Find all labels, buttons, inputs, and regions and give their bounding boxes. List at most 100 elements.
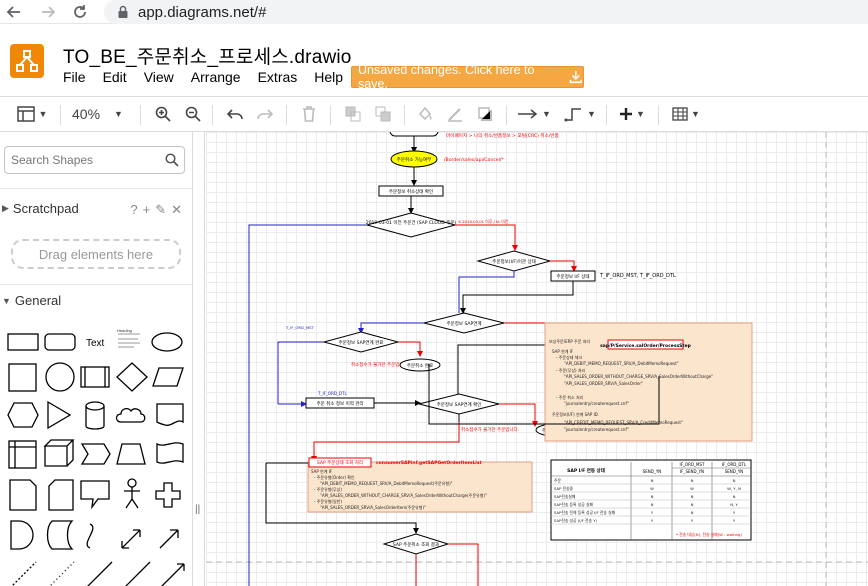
- curly-shape[interactable]: [86, 523, 94, 549]
- table-footer: * 전송 대상(N), 전송 실패(W : waiting): [676, 532, 742, 537]
- diamond-shape[interactable]: [116, 362, 148, 392]
- zoom-select[interactable]: 40% ▼: [72, 103, 132, 125]
- toolbar: ▼ 40% ▼ ▼ ▼ ▼ ▼: [0, 96, 868, 132]
- sap-line: SAP 연계 IF: [311, 468, 333, 474]
- arrow-shape[interactable]: [159, 529, 179, 549]
- download-icon: [570, 71, 583, 84]
- table-cell: N: [691, 510, 694, 515]
- edit-icon[interactable]: ✎: [155, 202, 166, 218]
- parallelogram-shape[interactable]: [152, 367, 184, 387]
- chevron-down-icon: ▼: [2, 295, 11, 306]
- ellipse-shape[interactable]: [151, 332, 183, 352]
- rectangle-shape[interactable]: [7, 333, 39, 351]
- scratchpad-actions: ? + ✎ ✕: [130, 202, 182, 218]
- rounded-rectangle-shape[interactable]: [44, 333, 76, 351]
- shadow-icon[interactable]: [474, 103, 496, 125]
- callout-shape[interactable]: [80, 480, 110, 510]
- search-icon[interactable]: [165, 153, 179, 167]
- history-note: T_IF_ORD_DTL: [317, 391, 347, 396]
- search-shapes-input[interactable]: Search Shapes: [4, 146, 185, 174]
- connection-icon[interactable]: ▼: [516, 103, 552, 125]
- menu-help[interactable]: Help: [314, 69, 343, 85]
- process-shape[interactable]: [80, 366, 110, 388]
- format-panel-icon[interactable]: ▼: [15, 103, 49, 125]
- data-storage-shape[interactable]: [46, 520, 74, 550]
- cloud-shape[interactable]: [115, 407, 146, 423]
- line-shape[interactable]: [86, 561, 113, 586]
- splitter-grip-icon: ||: [195, 504, 201, 515]
- step-shape[interactable]: [80, 443, 111, 465]
- table-cell: N: [733, 478, 736, 483]
- decision-sap-link-label: 주문정보 SAP연계: [446, 320, 481, 327]
- if-status-label: 주문정보 I/F 상태: [556, 273, 589, 280]
- directional-connector-shape[interactable]: [160, 563, 185, 586]
- or-shape[interactable]: [10, 520, 34, 550]
- drag-label: Drag elements here: [38, 246, 154, 262]
- decision-if-status-label: 주문정보(I/F)이관 상태: [492, 258, 536, 265]
- sidebar-splitter[interactable]: ||: [193, 132, 205, 586]
- internal-storage-shape[interactable]: [8, 440, 37, 469]
- card-shape[interactable]: [48, 479, 74, 511]
- zoom-out-icon[interactable]: [182, 103, 204, 125]
- sap-lookup-api: consumerSAPinf.getSAPGetOrderItemList: [376, 460, 483, 466]
- sap-line: - 주문유형(일반): [314, 498, 342, 504]
- delete-icon[interactable]: [298, 103, 320, 125]
- menu-arrange[interactable]: Arrange: [191, 69, 241, 85]
- tape-shape[interactable]: [156, 442, 184, 464]
- menu-extras[interactable]: Extras: [258, 69, 298, 85]
- menu-view[interactable]: View: [144, 69, 174, 85]
- to-back-icon[interactable]: [372, 103, 394, 125]
- cube-shape[interactable]: [43, 439, 75, 467]
- address-bar[interactable]: app.diagrams.net/#: [104, 0, 868, 24]
- to-front-icon[interactable]: [342, 103, 364, 125]
- menu-edit[interactable]: Edit: [103, 69, 127, 85]
- hexagon-shape[interactable]: [7, 402, 39, 428]
- scratchpad-dropzone[interactable]: Drag elements here: [11, 239, 181, 269]
- document-title[interactable]: TO_BE_주문취소_프로세스.drawio: [63, 42, 352, 69]
- dashed-line-shape[interactable]: [10, 561, 37, 586]
- cross-shape[interactable]: [155, 482, 181, 508]
- bidirectional-connector-shape[interactable]: [124, 561, 151, 586]
- forward-icon[interactable]: [34, 0, 62, 24]
- biz-line: - 주문 취소 처리: [556, 394, 584, 400]
- square-shape[interactable]: [8, 363, 37, 392]
- table-cell: N: [691, 478, 694, 483]
- trapezoid-shape[interactable]: [116, 443, 146, 465]
- dotted-line-shape[interactable]: [48, 561, 75, 586]
- add-icon[interactable]: +: [143, 202, 151, 218]
- scratchpad-header[interactable]: ▶ Scratchpad: [0, 201, 79, 216]
- redo-icon[interactable]: [254, 103, 276, 125]
- waypoints-icon[interactable]: ▼: [562, 103, 598, 125]
- fill-color-icon[interactable]: [414, 103, 436, 125]
- insert-icon[interactable]: ▼: [616, 103, 648, 125]
- sap-if-status-table[interactable]: SAP I/F 연동 상태 IF_ORD_MST IF_ORD_DTL SEND…: [550, 459, 752, 541]
- cylinder-shape[interactable]: [85, 401, 105, 430]
- text-shape[interactable]: Text: [86, 338, 105, 349]
- search-placeholder: Search Shapes: [11, 153, 94, 167]
- close-icon[interactable]: ✕: [171, 202, 182, 218]
- note-shape[interactable]: [9, 479, 37, 511]
- general-header[interactable]: ▼ General: [0, 293, 61, 308]
- help-icon[interactable]: ?: [130, 202, 137, 218]
- triangle-shape[interactable]: [47, 400, 72, 430]
- bidirectional-arrow-shape[interactable]: [121, 529, 141, 549]
- if-status-note: T_IF_ORD_MST, T_IF_ORD_DTL: [599, 273, 676, 279]
- diagram-canvas[interactable]: 마이페이지 > 나의 취소/반품정보 > 포털(CRC) 취소/반품 주문취소 …: [206, 132, 868, 586]
- circle-shape[interactable]: [45, 362, 75, 392]
- biz-line: "API_DEBIT_MEMO_REQUEST_SRV/A_DebitMemoR…: [564, 361, 679, 366]
- reload-icon[interactable]: [66, 0, 94, 24]
- zoom-in-icon[interactable]: [152, 103, 174, 125]
- heading-shape[interactable]: [118, 333, 140, 348]
- actor-shape[interactable]: [124, 478, 140, 509]
- document-shape[interactable]: [156, 403, 184, 426]
- history-label: 주문 취소 정보 이력 관리: [316, 400, 363, 407]
- menu-file[interactable]: File: [63, 69, 86, 85]
- start-terminal[interactable]: [389, 132, 439, 137]
- table-cell: N: [651, 502, 654, 507]
- unsaved-changes-button[interactable]: Unsaved changes. Click here to save.: [351, 63, 584, 91]
- back-icon[interactable]: [0, 0, 28, 24]
- table-icon[interactable]: ▼: [670, 103, 702, 125]
- undo-icon[interactable]: [224, 103, 246, 125]
- line-color-icon[interactable]: [444, 103, 466, 125]
- table-row-label: 주문: [554, 478, 561, 483]
